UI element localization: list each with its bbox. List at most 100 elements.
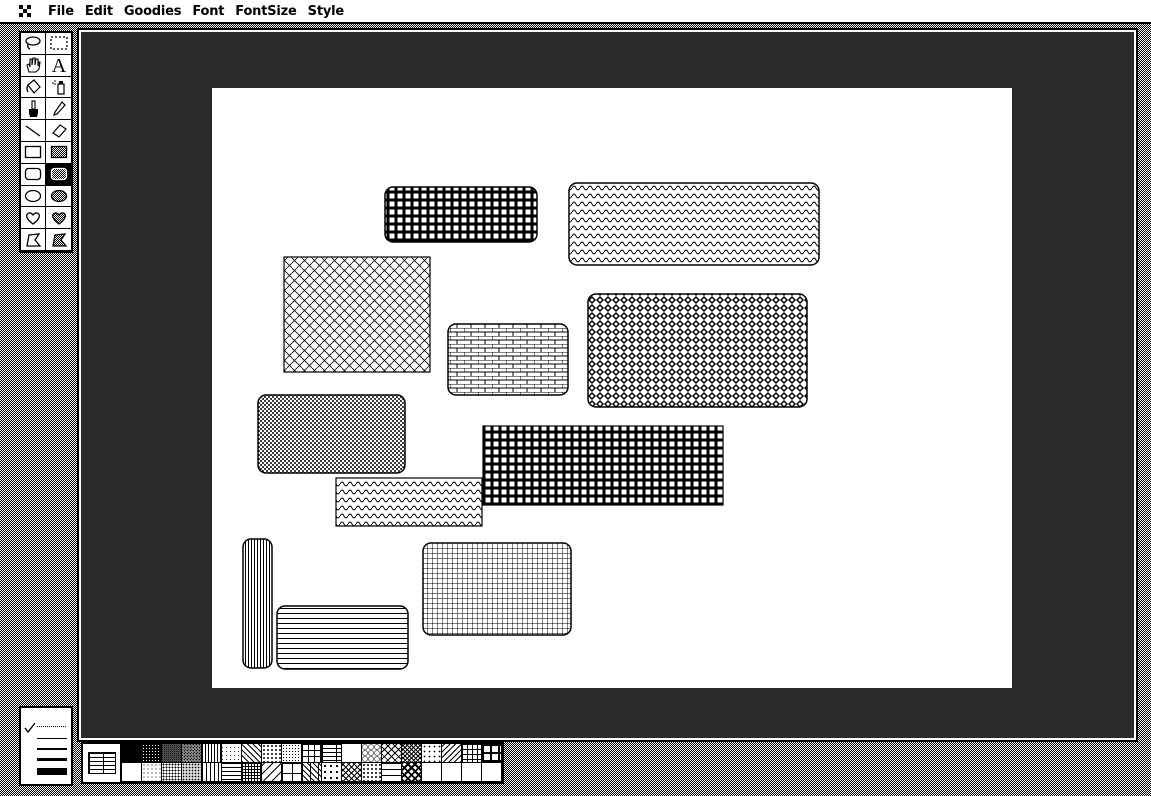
menu-style[interactable]: Style [308, 4, 345, 19]
canvas-shapes [242, 182, 820, 670]
line-width-dotted[interactable] [37, 726, 67, 727]
pattern-swatch[interactable] [342, 763, 362, 782]
paintbrush-icon [29, 100, 38, 117]
freeform-tool[interactable] [21, 207, 46, 230]
pattern-swatch[interactable] [302, 744, 322, 763]
svg-text:A: A [51, 56, 66, 74]
line-width-extra-thick[interactable] [37, 768, 67, 775]
pattern-swatch[interactable] [382, 763, 402, 782]
pattern-swatch[interactable] [162, 763, 182, 782]
filled-freeform-tool[interactable] [46, 207, 71, 230]
pattern-swatch[interactable] [122, 744, 142, 763]
filled-rectangle-tool[interactable] [46, 141, 71, 164]
hand-icon [26, 57, 41, 73]
pattern-swatch[interactable] [182, 763, 202, 782]
shape-fine-grid-rounded [422, 542, 572, 636]
pattern-swatch[interactable] [142, 763, 162, 782]
shape-wave-rounded [568, 182, 820, 266]
paintbrush-tool[interactable] [21, 98, 46, 121]
spray-can-tool[interactable] [46, 76, 71, 99]
rounded-rectangle-tool[interactable] [21, 163, 46, 186]
line-tool[interactable] [21, 120, 46, 142]
pencil-icon [52, 100, 66, 116]
pattern-swatch[interactable] [402, 744, 422, 763]
filled-rectangle-icon [50, 146, 67, 159]
polygon-tool[interactable] [21, 229, 46, 251]
filled-polygon-tool[interactable] [46, 229, 71, 251]
shape-brick-rounded [447, 323, 569, 396]
pattern-swatch[interactable] [222, 763, 242, 782]
pencil-tool[interactable] [46, 98, 71, 121]
pattern-swatch[interactable] [242, 763, 262, 782]
tool-palette: A [19, 31, 73, 253]
pattern-swatch[interactable] [222, 744, 242, 763]
pattern-swatch[interactable] [442, 763, 462, 782]
menu-font[interactable]: Font [192, 4, 224, 19]
menu-goodies[interactable]: Goodies [124, 4, 182, 19]
apple-menu-icon[interactable] [18, 4, 32, 18]
pattern-swatch[interactable] [462, 763, 482, 782]
pattern-swatch[interactable] [482, 763, 502, 782]
pattern-swatch[interactable] [202, 744, 222, 763]
rectangle-icon [24, 146, 42, 159]
pattern-swatch[interactable] [162, 744, 182, 763]
pattern-swatch[interactable] [262, 763, 282, 782]
drawing-paper[interactable] [212, 88, 1012, 688]
shape-vertical-lines-rounded [242, 538, 273, 669]
pattern-swatch[interactable] [362, 744, 382, 763]
eraser-tool[interactable] [46, 120, 71, 142]
shape-weave [283, 256, 431, 373]
shape-grid-rounded [384, 186, 538, 243]
grabber-tool[interactable] [21, 54, 46, 77]
shape-horizontal-lines-rounded [276, 605, 409, 670]
pattern-swatch[interactable] [302, 763, 322, 782]
pattern-swatch[interactable] [482, 744, 502, 763]
pattern-swatch[interactable] [442, 744, 462, 763]
checkmark-icon [24, 722, 36, 734]
menu-edit[interactable]: Edit [85, 4, 113, 19]
pattern-swatch[interactable] [122, 763, 142, 782]
pattern-swatch[interactable] [202, 763, 222, 782]
pattern-swatch[interactable] [322, 763, 342, 782]
pattern-swatch[interactable] [322, 744, 342, 763]
pattern-swatch[interactable] [282, 763, 302, 782]
rounded-rectangle-icon [24, 168, 42, 181]
pattern-swatch[interactable] [422, 744, 442, 763]
selection-rectangle-tool[interactable] [46, 33, 71, 55]
filled-rounded-rectangle-icon [50, 168, 67, 181]
freeform-icon [26, 212, 40, 225]
pattern-swatch[interactable] [402, 763, 422, 782]
pattern-swatch[interactable] [142, 744, 162, 763]
pattern-swatch[interactable] [342, 744, 362, 763]
rectangle-tool[interactable] [21, 141, 46, 164]
current-pattern [83, 744, 122, 782]
pattern-swatch[interactable] [242, 744, 262, 763]
pattern-swatch[interactable] [382, 744, 402, 763]
line-width-palette [19, 706, 73, 786]
pattern-swatch[interactable] [462, 744, 482, 763]
menu-fontsize[interactable]: FontSize [235, 4, 297, 19]
lasso-tool[interactable] [21, 33, 46, 55]
filled-oval-tool[interactable] [46, 185, 71, 208]
oval-tool[interactable] [21, 185, 46, 208]
paint-bucket-icon [26, 79, 41, 94]
shape-dots-rounded [257, 394, 406, 474]
text-tool[interactable]: A [46, 54, 71, 77]
polygon-icon [26, 232, 42, 247]
line-width-thin[interactable] [37, 738, 67, 739]
menu-bar: File Edit Goodies Font FontSize Style [0, 0, 1151, 24]
shape-grid-rect [482, 425, 724, 506]
pattern-swatch[interactable] [262, 744, 282, 763]
pattern-swatch[interactable] [362, 763, 382, 782]
line-width-medium[interactable] [37, 748, 67, 750]
paint-bucket-tool[interactable] [21, 76, 46, 99]
pattern-swatch[interactable] [422, 763, 442, 782]
filled-polygon-icon [51, 232, 67, 247]
pattern-swatches [122, 744, 502, 782]
line-width-thick[interactable] [37, 758, 67, 761]
pattern-swatch[interactable] [282, 744, 302, 763]
pattern-swatch[interactable] [182, 744, 202, 763]
filled-rounded-rectangle-tool[interactable] [46, 163, 71, 186]
filled-freeform-icon [51, 212, 66, 225]
menu-file[interactable]: File [48, 4, 74, 19]
